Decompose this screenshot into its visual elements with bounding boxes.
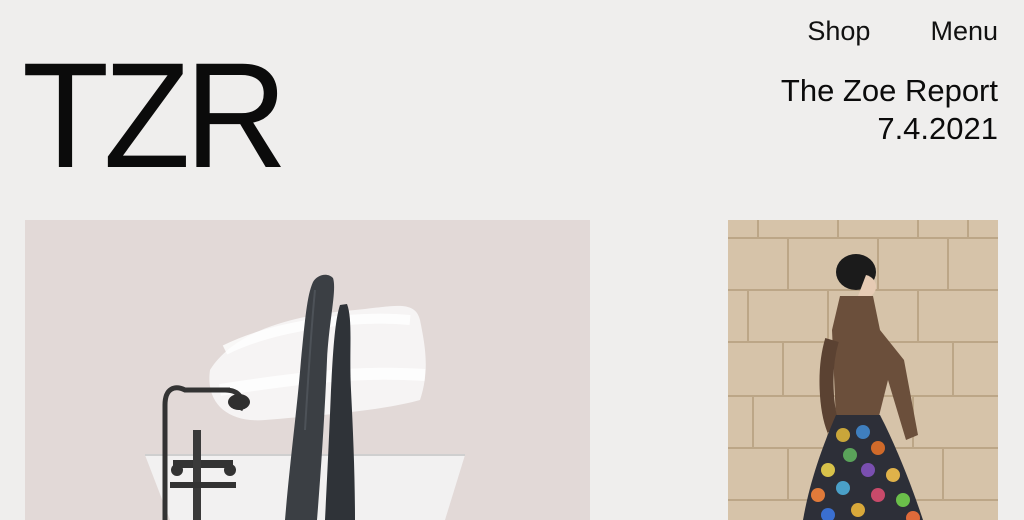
top-nav: Shop Menu <box>807 16 998 47</box>
bathtub-legs-image <box>25 220 590 520</box>
issue-date: 7.4.2021 <box>877 111 998 146</box>
feature-image-card[interactable] <box>25 220 590 520</box>
masthead: The Zoe Report 7.4.2021 <box>781 72 998 148</box>
menu-link[interactable]: Menu <box>930 16 998 47</box>
publication-title: The Zoe Report <box>780 73 998 108</box>
brand-logo[interactable]: TZR <box>22 40 288 190</box>
model-walking-image <box>728 220 998 520</box>
shop-link[interactable]: Shop <box>807 16 870 47</box>
side-image-card[interactable] <box>728 220 998 520</box>
